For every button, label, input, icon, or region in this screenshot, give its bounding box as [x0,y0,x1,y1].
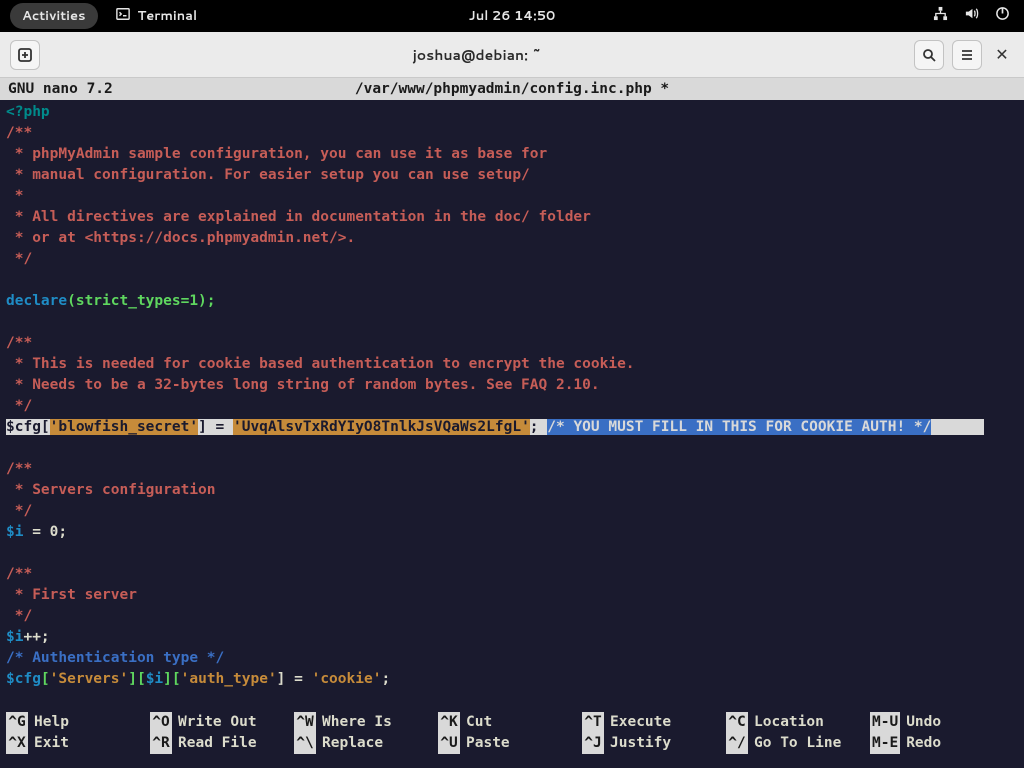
editor-content[interactable]: <?php /** * phpMyAdmin sample configurat… [0,100,1024,712]
code-line: */ [6,608,32,624]
highlighted-line: $cfg['blowfish_secret'] = 'UvqAlsvTxRdYI… [6,419,984,435]
volume-icon[interactable] [964,6,979,26]
code-line: */ [6,503,32,519]
help-item[interactable]: ^UPaste [438,733,582,754]
help-item[interactable]: ^WWhere Is [294,712,438,733]
code-line: * manual configuration. For easier setup… [6,167,530,183]
nano-filename: /var/www/phpmyadmin/config.inc.php * [208,78,816,100]
window-close-button[interactable]: ✕ [990,43,1014,67]
code-token: declare [6,293,67,309]
help-row: ^XExit ^RRead File ^\Replace ^UPaste ^JJ… [6,733,1018,754]
nano-status-bar: GNU nano 7.2 /var/www/phpmyadmin/config.… [0,78,1024,100]
help-item[interactable]: ^RRead File [150,733,294,754]
code-token: $i [6,524,23,540]
gnome-topbar: Activities Terminal Jul 26 14:50 [0,0,1024,32]
code-line: * Needs to be a 32-bytes long string of … [6,377,600,393]
help-item[interactable]: ^TExecute [582,712,726,733]
help-item[interactable]: M-UUndo [870,712,1014,733]
code-token: ++; [23,629,49,645]
topbar-tray [933,6,1010,26]
network-icon[interactable] [933,6,948,26]
help-row: ^GHelp ^OWrite Out ^WWhere Is ^KCut ^TEx… [6,712,1018,733]
code-line: * or at <https://docs.phpmyadmin.net/>. [6,230,355,246]
code-line: * [6,188,23,204]
code-token: (strict_types=1); [67,293,215,309]
code-line: * This is needed for cookie based authen… [6,356,635,372]
code-line: /** [6,125,32,141]
code-line: /** [6,461,32,477]
help-item[interactable]: ^JJustify [582,733,726,754]
terminal-headerbar: joshua@debian: ~ ✕ [0,32,1024,78]
code-line: * All directives are explained in docume… [6,209,591,225]
nano-version: GNU nano 7.2 [8,78,208,100]
code-token: = 0; [23,524,67,540]
code-line: * phpMyAdmin sample configuration, you c… [6,146,547,162]
code-line: /** [6,566,32,582]
hamburger-menu-button[interactable] [952,40,982,70]
help-item[interactable]: ^KCut [438,712,582,733]
code-line: <?php [6,104,50,120]
help-item[interactable]: ^GHelp [6,712,150,733]
help-item[interactable]: M-ERedo [870,733,1014,754]
help-item[interactable]: ^CLocation [726,712,870,733]
code-line: */ [6,251,32,267]
help-item[interactable]: ^/Go To Line [726,733,870,754]
help-item[interactable]: ^\Replace [294,733,438,754]
new-tab-button[interactable] [10,40,40,70]
code-token: $i [6,629,23,645]
activities-button[interactable]: Activities [10,3,98,29]
nano-help-bar: ^GHelp ^OWrite Out ^WWhere Is ^KCut ^TEx… [0,712,1024,758]
code-line: /* Authentication type */ [6,650,224,666]
help-item[interactable]: ^XExit [6,733,150,754]
power-icon[interactable] [995,6,1010,26]
code-token: $cfg [6,671,41,687]
window-title: joshua@debian: ~ [40,45,914,65]
topbar-app-label: Terminal [138,7,198,25]
search-button[interactable] [914,40,944,70]
code-line: /** [6,335,32,351]
code-line: * Servers configuration [6,482,216,498]
close-icon: ✕ [995,43,1008,66]
terminal-icon [116,7,130,26]
code-line: */ [6,398,32,414]
help-item[interactable]: ^OWrite Out [150,712,294,733]
code-line: * First server [6,587,137,603]
topbar-app[interactable]: Terminal [116,7,198,26]
topbar-clock[interactable]: Jul 26 14:50 [469,7,556,25]
